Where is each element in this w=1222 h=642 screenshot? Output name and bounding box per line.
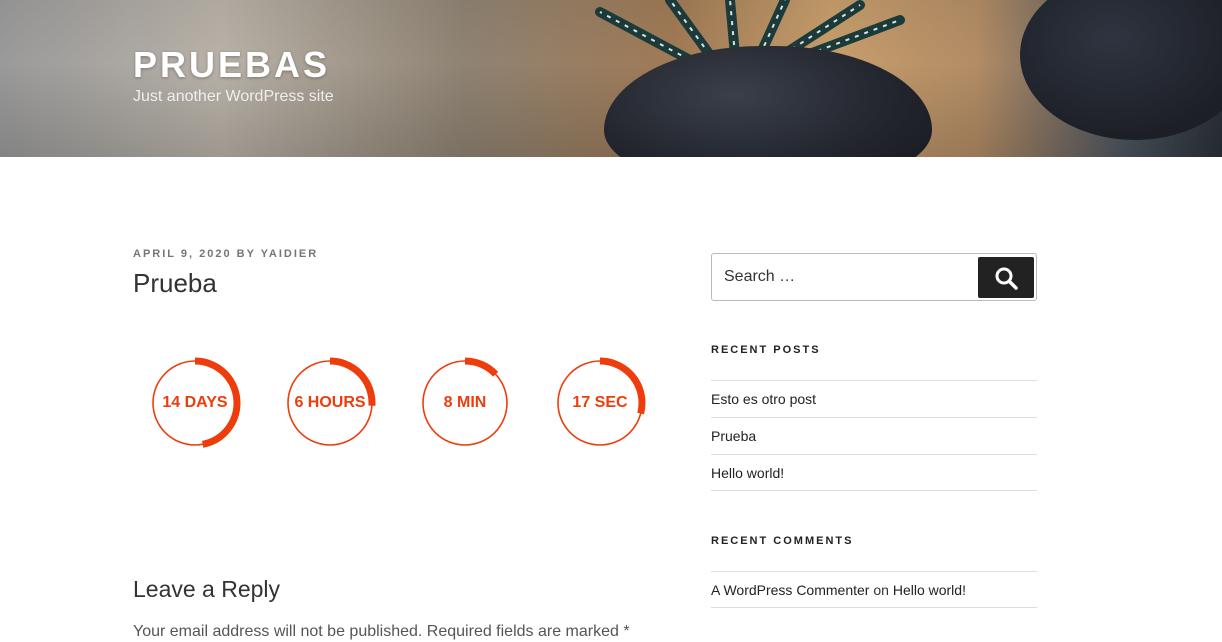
comment-post-link[interactable]: Hello world! bbox=[893, 582, 966, 598]
list-item: Hello world! bbox=[711, 454, 1037, 491]
search-input[interactable] bbox=[713, 255, 975, 299]
comment-author-link[interactable]: A WordPress Commenter bbox=[711, 582, 869, 598]
post-title: Prueba bbox=[133, 268, 217, 298]
comment-on-text: on bbox=[873, 582, 889, 598]
reply-note: Your email address will not be published… bbox=[133, 623, 630, 640]
countdown-label: 17 SEC bbox=[572, 394, 628, 411]
countdown-item: 6 HOURS bbox=[283, 356, 377, 450]
site-header: PRUEBAS Just another WordPress site bbox=[0, 0, 1222, 157]
post-meta: APRIL 9, 2020 BY YAIDIER bbox=[133, 248, 318, 260]
recent-post-link[interactable]: Prueba bbox=[711, 428, 756, 444]
list-item: Esto es otro post bbox=[711, 380, 1037, 417]
reply-title: Leave a Reply bbox=[133, 576, 281, 602]
recent-posts-list: Esto es otro post Prueba Hello world! bbox=[711, 380, 1037, 491]
countdown-item: 17 SEC bbox=[553, 356, 647, 450]
site-title[interactable]: PRUEBAS bbox=[133, 44, 330, 86]
countdown-label: 8 MIN bbox=[443, 394, 487, 411]
countdown-item: 8 MIN bbox=[418, 356, 512, 450]
site-description: Just another WordPress site bbox=[133, 88, 334, 105]
post-author[interactable]: YAIDIER bbox=[261, 248, 319, 260]
search-form bbox=[711, 253, 1037, 301]
post-by: BY bbox=[236, 248, 256, 260]
countdown-label: 6 HOURS bbox=[294, 394, 366, 411]
countdown-item: 14 DAYS bbox=[148, 356, 242, 450]
recent-comments-list: A WordPress Commenter on Hello world! bbox=[711, 571, 1037, 608]
list-item: Prueba bbox=[711, 417, 1037, 454]
post-date[interactable]: APRIL 9, 2020 bbox=[133, 248, 232, 260]
recent-post-link[interactable]: Hello world! bbox=[711, 465, 784, 481]
list-item: A WordPress Commenter on Hello world! bbox=[711, 571, 1037, 608]
recent-posts-title: RECENT POSTS bbox=[711, 344, 821, 356]
countdown-label: 14 DAYS bbox=[162, 394, 228, 411]
search-button[interactable] bbox=[978, 257, 1034, 298]
recent-post-link[interactable]: Esto es otro post bbox=[711, 391, 816, 407]
countdown-timer: 14 DAYS 6 HOURS 8 MIN 17 SEC bbox=[148, 356, 648, 450]
recent-comments-title: RECENT COMMENTS bbox=[711, 535, 854, 547]
search-icon bbox=[995, 267, 1018, 290]
